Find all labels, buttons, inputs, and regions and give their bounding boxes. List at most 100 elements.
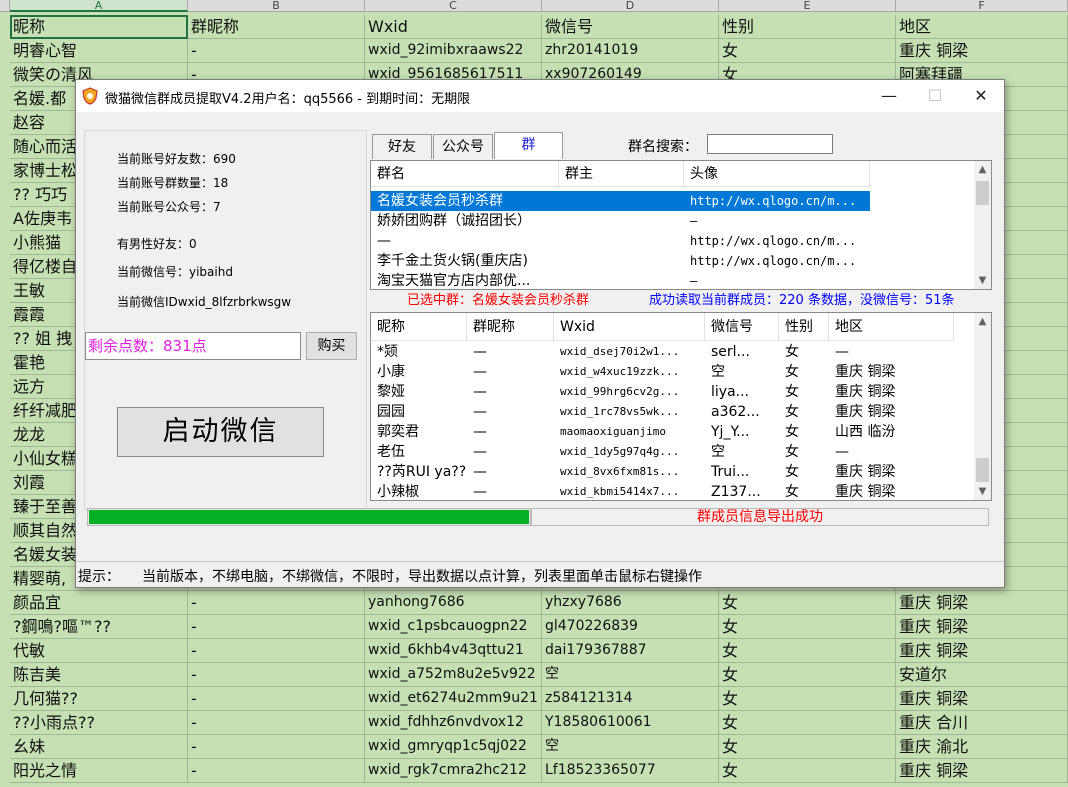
sheet-cell[interactable]: yanhong7686 <box>365 591 542 615</box>
sheet-cell[interactable]: 陈吉美 <box>10 663 188 687</box>
sheet-cell[interactable]: - <box>188 735 365 759</box>
sheet-cell[interactable]: 女 <box>719 615 896 639</box>
sheet-cell[interactable]: 重庆 铜梁 <box>896 639 1068 663</box>
sheet-cell[interactable]: 女 <box>719 735 896 759</box>
sheet-cell[interactable]: 重庆 铜梁 <box>896 591 1068 615</box>
sheet-cell[interactable]: 空 <box>542 735 719 759</box>
member-list-header-gender[interactable]: 性别 <box>779 313 829 341</box>
group-row[interactable]: 李千金土货火锅(重庆店) http://wx.qlogo.cn/m... <box>371 251 971 271</box>
sheet-cell[interactable]: ?鋼鳴?嘔™?? <box>10 615 188 639</box>
sheet-cell[interactable]: wxid_et6274u2mm9u21 <box>365 687 542 711</box>
maximize-button[interactable]: ☐ <box>912 80 958 112</box>
group-list-scrollbar[interactable]: ▲ ▼ <box>974 161 991 289</box>
column-header-f[interactable]: F <box>896 0 1068 12</box>
scroll-thumb[interactable] <box>976 458 989 482</box>
sheet-cell[interactable]: 女 <box>719 687 896 711</box>
cell-d1[interactable]: 微信号 <box>542 15 719 39</box>
cell-b1[interactable]: 群昵称 <box>188 15 365 39</box>
scroll-down-arrow-icon[interactable]: ▼ <box>974 272 991 289</box>
tab-groups[interactable]: 群 <box>494 132 563 159</box>
member-list-header-nickname[interactable]: 昵称 <box>371 313 467 341</box>
member-list-header-region[interactable]: 地区 <box>829 313 954 341</box>
sheet-cell[interactable]: 代敏 <box>10 639 188 663</box>
cell-a1[interactable]: 昵称 <box>10 15 188 39</box>
member-row[interactable]: 小辣椒 — wxid_kbmi5414x7... Z137... 女 重庆 铜梁 <box>371 482 971 500</box>
close-button[interactable]: ✕ <box>958 80 1004 112</box>
cell-e1[interactable]: 性别 <box>719 15 896 39</box>
select-all-corner[interactable] <box>0 0 10 12</box>
sheet-cell[interactable]: - <box>188 711 365 735</box>
scroll-down-arrow-icon[interactable]: ▼ <box>974 483 991 500</box>
tab-official-accounts[interactable]: 公众号 <box>433 134 493 159</box>
sheet-cell[interactable]: 女 <box>719 663 896 687</box>
sheet-cell[interactable]: Y18580610061 <box>542 711 719 735</box>
member-row[interactable]: 郭奕君 — maomaoxiguanjimo Yj_Y... 女 山西 临汾 <box>371 422 971 442</box>
column-header-a[interactable]: A <box>10 0 188 12</box>
scroll-thumb[interactable] <box>976 181 989 205</box>
sheet-cell[interactable]: ??小雨点?? <box>10 711 188 735</box>
sheet-cell[interactable]: wxid_a752m8u2e5v922 <box>365 663 542 687</box>
group-search-input[interactable] <box>707 134 833 154</box>
sheet-cell[interactable]: z584121314 <box>542 687 719 711</box>
sheet-cell[interactable]: - <box>188 687 365 711</box>
member-list-header-group-nickname[interactable]: 群昵称 <box>467 313 554 341</box>
sheet-cell[interactable]: 空 <box>542 663 719 687</box>
member-row[interactable]: 黎娅 — wxid_99hrg6cv2g... liya... 女 重庆 铜梁 <box>371 382 971 402</box>
member-list-header-wechat-number[interactable]: 微信号 <box>705 313 779 341</box>
sheet-cell[interactable]: 安道尔 <box>896 663 1068 687</box>
sheet-cell[interactable]: zhr20141019 <box>542 39 719 63</box>
sheet-cell[interactable]: 明睿心智 <box>10 39 188 63</box>
column-header-b[interactable]: B <box>188 0 365 12</box>
sheet-cell[interactable]: 重庆 合川 <box>896 711 1068 735</box>
group-list-header-owner[interactable]: 群主 <box>559 161 684 187</box>
title-bar[interactable]: 微猫微信群成员提取V4.2用户名：qq5566 - 到期时间：无期限 — ☐ ✕ <box>76 80 1004 112</box>
sheet-cell[interactable]: - <box>188 759 365 783</box>
group-row[interactable]: 娇娇团购群（诚招团长） — <box>371 211 971 231</box>
sheet-cell[interactable]: - <box>188 591 365 615</box>
group-row[interactable]: — http://wx.qlogo.cn/m... <box>371 231 971 251</box>
sheet-cell[interactable]: dai179367887 <box>542 639 719 663</box>
column-header-c[interactable]: C <box>365 0 542 12</box>
sheet-cell[interactable]: 几何猫?? <box>10 687 188 711</box>
sheet-cell[interactable]: wxid_92imibxraaws22 <box>365 39 542 63</box>
sheet-cell[interactable]: wxid_gmryqp1c5qj022 <box>365 735 542 759</box>
group-row[interactable]: 淘宝天猫官方店内部优... — <box>371 271 971 289</box>
member-row[interactable]: *颎 — wxid_dsej70i2w1... serl... 女 — <box>371 342 971 362</box>
sheet-cell[interactable]: 重庆 渝北 <box>896 735 1068 759</box>
cell-c1[interactable]: Wxid <box>365 15 542 39</box>
sheet-cell[interactable]: 重庆 铜梁 <box>896 687 1068 711</box>
sheet-cell[interactable]: - <box>188 615 365 639</box>
member-list-header-wxid[interactable]: Wxid <box>554 313 705 341</box>
sheet-cell[interactable]: 重庆 铜梁 <box>896 615 1068 639</box>
tab-friends[interactable]: 好友 <box>372 134 432 159</box>
sheet-cell[interactable]: 颜品宜 <box>10 591 188 615</box>
sheet-cell[interactable]: - <box>188 639 365 663</box>
minimize-button[interactable]: — <box>866 80 912 112</box>
buy-button[interactable]: 购买 <box>306 332 357 360</box>
sheet-cell[interactable]: wxid_fdhhz6nvdvox12 <box>365 711 542 735</box>
sheet-cell[interactable]: 阳光之情 <box>10 759 188 783</box>
scroll-up-arrow-icon[interactable]: ▲ <box>974 313 991 330</box>
member-list-scrollbar[interactable]: ▲ ▼ <box>974 313 991 500</box>
sheet-cell[interactable]: 女 <box>719 639 896 663</box>
member-row[interactable]: 老伍 — wxid_1dy5g97q4g... 空 女 — <box>371 442 971 462</box>
sheet-cell[interactable]: wxid_rgk7cmra2hc212 <box>365 759 542 783</box>
sheet-cell[interactable]: 女 <box>719 591 896 615</box>
sheet-cell[interactable]: wxid_c1psbcauogpn22 <box>365 615 542 639</box>
sheet-cell[interactable]: wxid_6khb4v43qttu21 <box>365 639 542 663</box>
group-list-header-name[interactable]: 群名 <box>371 161 559 187</box>
member-row[interactable]: 园园 — wxid_1rc78vs5wk... a362... 女 重庆 铜梁 <box>371 402 971 422</box>
sheet-cell[interactable]: 女 <box>719 711 896 735</box>
group-list-header-avatar[interactable]: 头像 <box>684 161 870 187</box>
sheet-cell[interactable]: Lf18523365077 <box>542 759 719 783</box>
sheet-cell[interactable]: 幺妹 <box>10 735 188 759</box>
remaining-points-field[interactable]: 剩余点数：831点 <box>85 332 301 360</box>
sheet-cell[interactable]: 女 <box>719 39 896 63</box>
member-row[interactable]: ??芮RUI ya?? — wxid_8vx6fxm81s... Trui... 女 重庆… <box>371 462 971 482</box>
start-wechat-button[interactable]: 启动微信 <box>117 407 324 457</box>
sheet-cell[interactable]: - <box>188 39 365 63</box>
sheet-cell[interactable]: gl470226839 <box>542 615 719 639</box>
member-row[interactable]: 小康 — wxid_w4xuc19zzk... 空 女 重庆 铜梁 <box>371 362 971 382</box>
scroll-up-arrow-icon[interactable]: ▲ <box>974 161 991 178</box>
sheet-cell[interactable]: - <box>188 663 365 687</box>
